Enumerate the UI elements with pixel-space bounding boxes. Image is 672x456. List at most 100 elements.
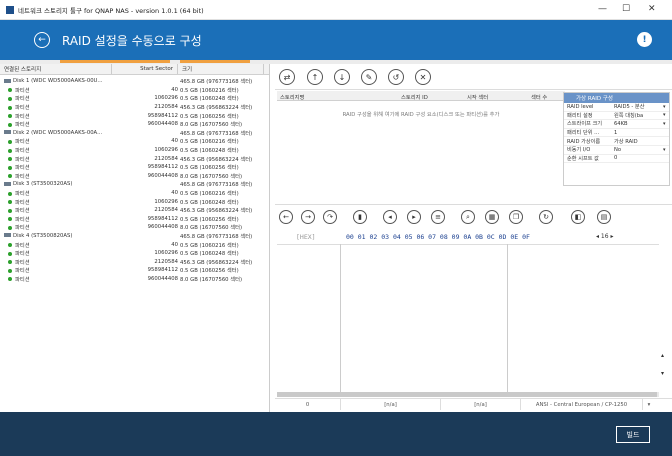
storage-size: 0.5 GB (1060256 섹터) xyxy=(180,268,239,275)
partition-status-icon xyxy=(8,268,12,273)
partition-row[interactable]: 파티션 960044408 8.0 GB (16707560 섹터) xyxy=(0,172,269,181)
storage-list-panel: 연결된 스토리지 Start Sector 크기 Disk 1 (WDC WD5… xyxy=(0,64,270,412)
window-titlebar: 네트워크 스토리지 툴구 for QNAP NAS - version 1.0.… xyxy=(0,0,672,20)
encoding-select[interactable]: ANSI - Central European / CP-1250 xyxy=(521,399,643,410)
partition-row[interactable]: 파티션 1060296 0.5 GB (1060248 섹터) xyxy=(0,249,269,258)
disk-row[interactable]: Disk 1 (WDC WD5000AAKS-00U... 465.8 GB (9… xyxy=(0,77,269,86)
raid-setting-row[interactable]: 비동기 I/O No ▾ xyxy=(564,146,669,155)
raid-setting-label: 스트라이프 크기 xyxy=(567,121,603,128)
raid-setting-row[interactable]: 패리티 단위 ... 1 xyxy=(564,129,669,138)
storage-name-text: 파티션 xyxy=(15,105,30,112)
build-button[interactable]: 빌드 xyxy=(616,426,650,443)
disk-row[interactable]: Disk 2 (WDC WD5000AAKS-00A... 465.8 GB (9… xyxy=(0,129,269,138)
raid-setting-row[interactable]: RAID level RAID5 - 분산 ▾ xyxy=(564,103,669,112)
scroll-thumb[interactable] xyxy=(277,392,657,397)
move-up-icon[interactable]: ↑ xyxy=(307,69,323,85)
partition-row[interactable]: 파티션 958984112 0.5 GB (1060256 섹터) xyxy=(0,111,269,120)
page-header: ← RAID 설정을 수동으로 구성 ! xyxy=(0,20,672,60)
back-button[interactable]: ← xyxy=(34,32,50,48)
minimize-button[interactable]: — xyxy=(598,4,607,14)
hex-view[interactable] xyxy=(277,244,659,392)
move-down-icon[interactable]: ↓ xyxy=(334,69,350,85)
partition-row[interactable]: 파티션 960044408 8.0 GB (16707560 섹터) xyxy=(0,120,269,129)
disk-row[interactable]: Disk 3 (ST3500320AS) 465.8 GB (976773168 … xyxy=(0,180,269,189)
partition-row[interactable]: 파티션 1060296 0.5 GB (1060248 섹터) xyxy=(0,197,269,206)
partition-row[interactable]: 파티션 958984112 0.5 GB (1060256 섹터) xyxy=(0,163,269,172)
col-sector-count[interactable]: 섹터 수 xyxy=(531,93,547,101)
next-block-icon[interactable]: ▸ xyxy=(407,210,421,224)
partition-row[interactable]: 파티션 958984112 0.5 GB (1060256 섹터) xyxy=(0,266,269,275)
nav-forward-icon[interactable]: → xyxy=(301,210,315,224)
storage-name-text: 파티션 xyxy=(15,122,30,129)
raid-setting-value[interactable]: 1 xyxy=(614,130,663,136)
col-start-sector[interactable]: Start Sector xyxy=(112,64,178,74)
disk-icon xyxy=(4,78,11,83)
partition-row[interactable]: 파티션 2120584 456.3 GB (956863224 섹터) xyxy=(0,154,269,163)
hex-width-selector[interactable]: ◂ 16 ▸ xyxy=(596,233,613,240)
chevron-down-icon[interactable]: ▾ xyxy=(663,121,669,127)
maximize-button[interactable]: ☐ xyxy=(622,4,630,14)
bookmark-icon[interactable]: ▮ xyxy=(353,210,367,224)
storage-size: 8.0 GB (16707560 섹터) xyxy=(180,276,243,283)
raid-setting-value[interactable]: 64KB xyxy=(614,121,663,127)
list-icon[interactable]: ≡ xyxy=(431,210,445,224)
partition-row[interactable]: 파티션 1060296 0.5 GB (1060248 섹터) xyxy=(0,94,269,103)
raid-setting-value[interactable]: 가상 RAID xyxy=(614,138,663,145)
scroll-up-icon[interactable]: ▴ xyxy=(661,352,664,359)
remove-icon[interactable]: ✕ xyxy=(415,69,431,85)
grid-icon[interactable]: ▦ xyxy=(485,210,499,224)
partition-row[interactable]: 파티션 40 0.5 GB (1060216 섹터) xyxy=(0,86,269,95)
panel-icon[interactable]: ◧ xyxy=(571,210,585,224)
chevron-down-icon[interactable]: ▾ xyxy=(663,112,669,118)
col-storage-id[interactable]: 스토리지 ID xyxy=(401,93,428,101)
col-start-sector-grid[interactable]: 시작 섹터 xyxy=(467,93,488,101)
partition-row[interactable]: 파티션 958984112 0.5 GB (1060256 섹터) xyxy=(0,215,269,224)
refresh-icon[interactable]: ↻ xyxy=(539,210,553,224)
storage-name: 파티션 xyxy=(0,94,112,102)
raid-setting-value[interactable]: RAID5 - 분산 xyxy=(614,103,663,110)
scroll-down-icon[interactable]: ▾ xyxy=(661,370,664,377)
col-storage-name[interactable]: 스토리지명 xyxy=(280,93,304,101)
start-sector: 960044408 xyxy=(147,121,178,128)
start-sector: 1060296 xyxy=(154,147,178,154)
close-window-button[interactable]: ✕ xyxy=(648,4,656,14)
partition-row[interactable]: 파티션 960044408 8.0 GB (16707560 섹터) xyxy=(0,223,269,232)
raid-setting-row[interactable]: 순환 시프트 값 0 xyxy=(564,155,669,164)
storage-name: 파티션 xyxy=(0,172,112,180)
disk-row[interactable]: Disk 4 (ST3500820AS) 465.8 GB (976773168 … xyxy=(0,232,269,241)
partition-row[interactable]: 파티션 40 0.5 GB (1060216 섹터) xyxy=(0,137,269,146)
start-sector: 40 xyxy=(171,86,178,93)
encoding-dropdown-icon[interactable]: ▾ xyxy=(643,399,655,410)
save-icon[interactable]: ▤ xyxy=(597,210,611,224)
copy-icon[interactable]: ❐ xyxy=(509,210,523,224)
partition-row[interactable]: 파티션 960044408 8.0 GB (16707560 섹터) xyxy=(0,275,269,284)
help-button[interactable]: ! xyxy=(637,32,652,47)
partition-row[interactable]: 파티션 1060296 0.5 GB (1060248 섹터) xyxy=(0,146,269,155)
partition-row[interactable]: 파티션 2120584 456.3 GB (956863224 섹터) xyxy=(0,257,269,266)
swap-icon[interactable]: ⇄ xyxy=(279,69,295,85)
col-size[interactable]: 크기 xyxy=(178,64,264,74)
partition-row[interactable]: 파티션 2120584 456.3 GB (956863224 섹터) xyxy=(0,103,269,112)
hex-vertical-scrollbar[interactable]: ▴ ▾ xyxy=(659,244,669,392)
search-icon[interactable]: ⌕ xyxy=(461,210,475,224)
nav-back-icon[interactable]: ← xyxy=(279,210,293,224)
raid-setting-row[interactable]: 스트라이프 크기 64KB ▾ xyxy=(564,120,669,129)
raid-setting-value[interactable]: 왼쪽 대칭(ba xyxy=(614,112,663,119)
edit-icon[interactable]: ✎ xyxy=(361,69,377,85)
undo-icon[interactable]: ↺ xyxy=(388,69,404,85)
prev-block-icon[interactable]: ◂ xyxy=(383,210,397,224)
raid-setting-value[interactable]: 0 xyxy=(614,155,663,161)
storage-size: 0.5 GB (1060256 섹터) xyxy=(180,216,239,223)
raid-setting-row[interactable]: 패리티 설정 왼쪽 대칭(ba ▾ xyxy=(564,112,669,121)
partition-row[interactable]: 파티션 2120584 456.3 GB (956863224 섹터) xyxy=(0,206,269,215)
col-connected-storage[interactable]: 연결된 스토리지 xyxy=(0,64,112,74)
partition-row[interactable]: 파티션 40 0.5 GB (1060216 섹터) xyxy=(0,189,269,198)
partition-row[interactable]: 파티션 40 0.5 GB (1060216 섹터) xyxy=(0,240,269,249)
chevron-down-icon[interactable]: ▾ xyxy=(663,147,669,153)
hex-horizontal-scrollbar[interactable] xyxy=(277,392,659,397)
chevron-down-icon[interactable]: ▾ xyxy=(663,104,669,110)
start-sector: 40 xyxy=(171,241,178,248)
raid-setting-row[interactable]: RAID 가상이름 가상 RAID xyxy=(564,137,669,146)
raid-setting-value[interactable]: No xyxy=(614,147,663,153)
redo-icon[interactable]: ↷ xyxy=(323,210,337,224)
